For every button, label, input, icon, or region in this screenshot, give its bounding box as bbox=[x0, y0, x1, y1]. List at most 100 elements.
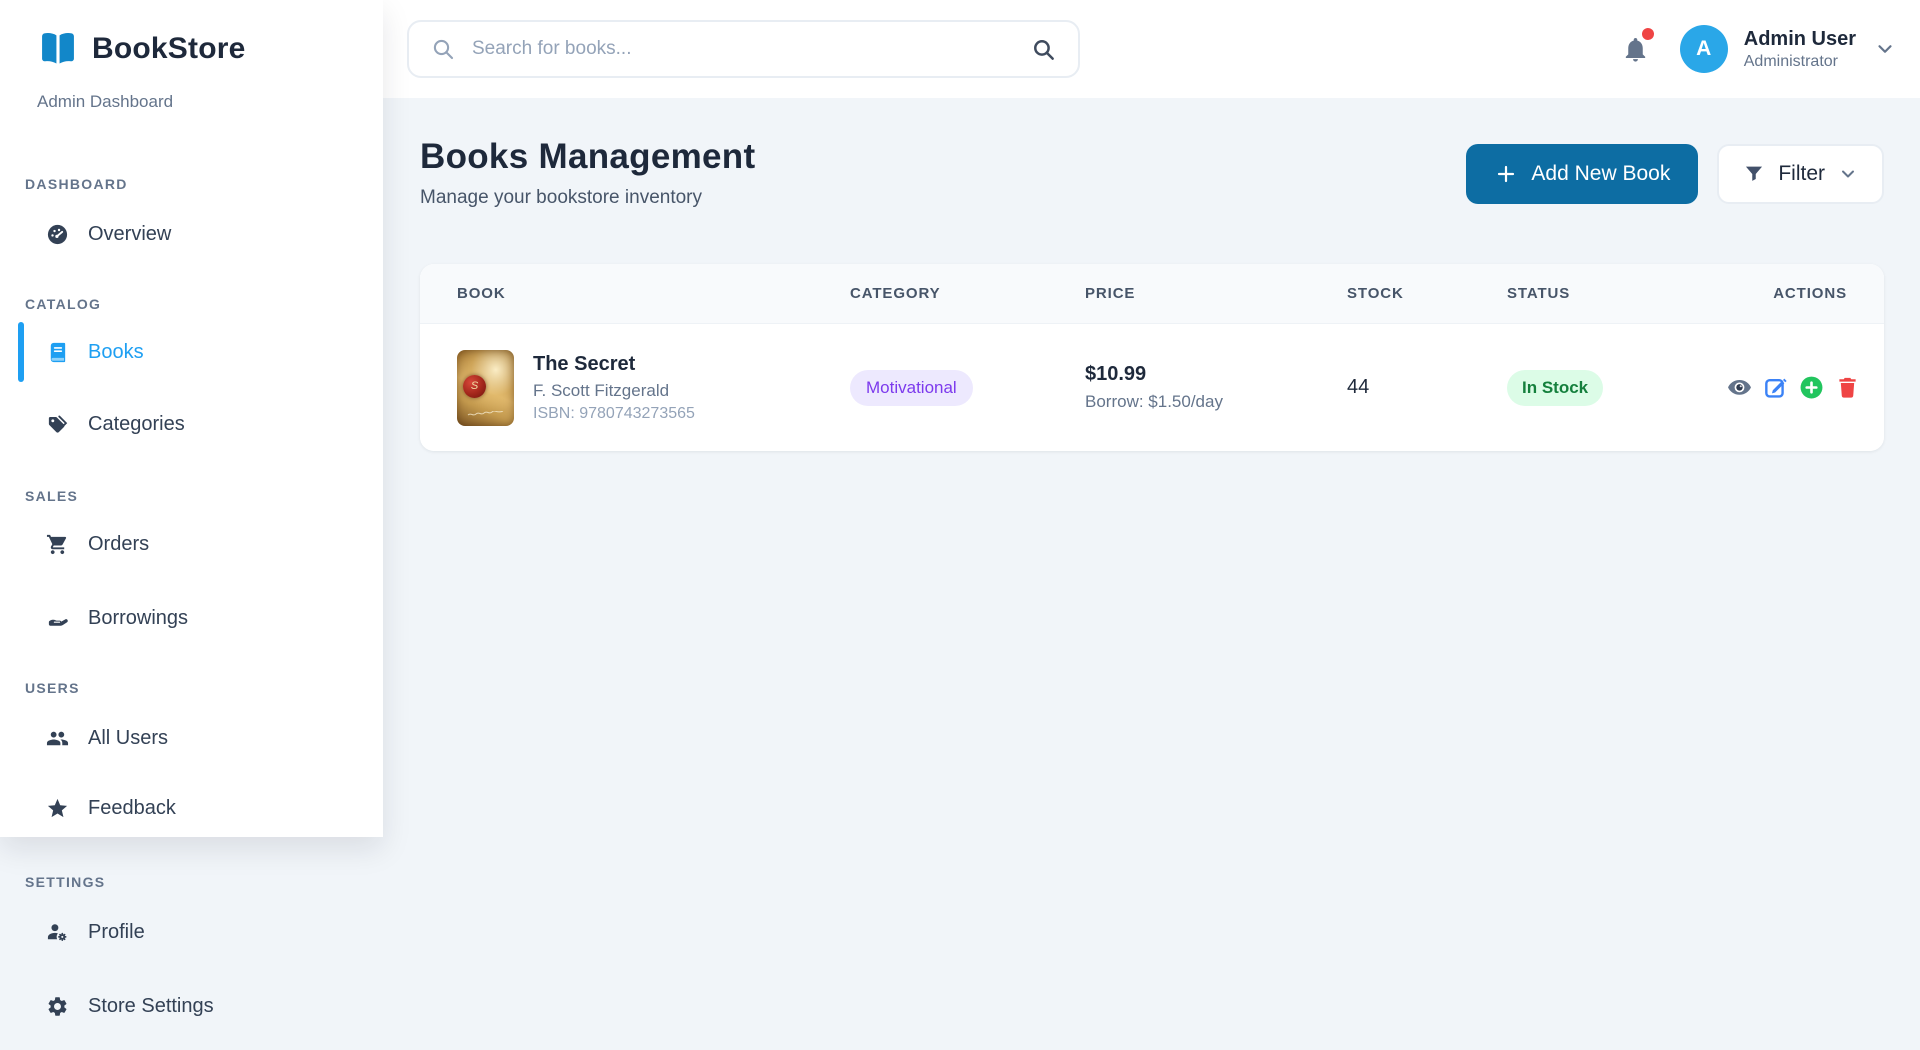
sidebar-item-label: All Users bbox=[88, 727, 168, 750]
sidebar-item-categories[interactable]: Categories bbox=[0, 396, 383, 452]
book-cover-thumbnail: S bbox=[457, 350, 514, 426]
header-actions: Add New Book Filter bbox=[1466, 144, 1884, 204]
category-cell: Motivational bbox=[850, 370, 1085, 406]
column-header-price: PRICE bbox=[1085, 285, 1347, 302]
main-content: Books Management Manage your bookstore i… bbox=[383, 98, 1920, 1050]
sidebar-item-store-settings[interactable]: Store Settings bbox=[0, 978, 383, 1034]
sidebar-settings-section: SETTINGS Profile Store Settings bbox=[0, 837, 383, 1034]
chevron-down-icon[interactable] bbox=[1874, 38, 1896, 60]
search-bar bbox=[407, 20, 1080, 78]
brand-subtitle: Admin Dashboard bbox=[0, 92, 383, 112]
sidebar-item-label: Categories bbox=[88, 413, 185, 436]
sidebar-item-label: Overview bbox=[88, 223, 171, 246]
page-subtitle: Manage your bookstore inventory bbox=[420, 187, 755, 209]
books-table-card: BOOK CATEGORY PRICE STOCK STATUS ACTIONS… bbox=[420, 264, 1884, 451]
stock-value: 44 bbox=[1347, 376, 1507, 399]
notifications-button[interactable] bbox=[1621, 35, 1650, 64]
page-title: Books Management bbox=[420, 137, 755, 177]
nav-section-sales: SALES bbox=[0, 486, 383, 506]
sidebar-item-label: Feedback bbox=[88, 797, 176, 820]
nav-section-dashboard: DASHBOARD bbox=[0, 174, 383, 194]
gauge-icon bbox=[46, 223, 69, 246]
page-title-block: Books Management Manage your bookstore i… bbox=[420, 137, 755, 209]
topbar-right-cluster: A Admin User Administrator bbox=[1621, 0, 1896, 98]
column-header-category: CATEGORY bbox=[850, 285, 1085, 302]
search-input[interactable] bbox=[470, 37, 1016, 61]
notification-unread-dot bbox=[1642, 28, 1654, 40]
users-icon bbox=[46, 727, 69, 750]
eye-icon bbox=[1727, 375, 1752, 400]
user-name: Admin User bbox=[1744, 28, 1856, 50]
edit-button[interactable] bbox=[1763, 375, 1788, 400]
add-new-book-button[interactable]: Add New Book bbox=[1466, 144, 1698, 204]
table-row: S The Secret F. Scott Fitzgerald ISBN: 9… bbox=[420, 324, 1884, 451]
cover-script-decoration bbox=[467, 411, 504, 417]
star-icon bbox=[46, 797, 69, 820]
add-new-book-label: Add New Book bbox=[1531, 162, 1670, 186]
book-cell: S The Secret F. Scott Fitzgerald ISBN: 9… bbox=[457, 350, 850, 426]
filter-label: Filter bbox=[1778, 162, 1825, 186]
sidebar-item-profile[interactable]: Profile bbox=[0, 904, 383, 960]
column-header-actions: ACTIONS bbox=[1727, 285, 1847, 302]
book-icon bbox=[46, 341, 69, 364]
open-book-logo-icon bbox=[37, 28, 79, 70]
borrow-rate: Borrow: $1.50/day bbox=[1085, 392, 1347, 412]
user-role: Administrator bbox=[1744, 53, 1856, 71]
column-header-stock: STOCK bbox=[1347, 285, 1507, 302]
search-submit-icon[interactable] bbox=[1031, 37, 1056, 62]
status-badge: In Stock bbox=[1507, 370, 1603, 406]
price-value: $10.99 bbox=[1085, 363, 1347, 386]
view-button[interactable] bbox=[1727, 375, 1752, 400]
cart-icon bbox=[46, 533, 69, 556]
sidebar-item-label: Books bbox=[88, 341, 144, 364]
column-header-book: BOOK bbox=[457, 285, 850, 302]
nav-section-catalog: CATALOG bbox=[0, 294, 383, 314]
plus-circle-icon bbox=[1799, 375, 1824, 400]
avatar[interactable]: A bbox=[1680, 25, 1728, 73]
status-cell: In Stock bbox=[1507, 370, 1727, 406]
cover-seal: S bbox=[463, 375, 486, 398]
edit-icon bbox=[1763, 375, 1788, 400]
book-isbn: ISBN: 9780743273565 bbox=[533, 405, 695, 423]
funnel-icon bbox=[1743, 163, 1765, 185]
search-icon bbox=[431, 37, 455, 61]
sidebar-item-feedback[interactable]: Feedback bbox=[0, 780, 383, 836]
sidebar-item-label: Borrowings bbox=[88, 607, 188, 630]
price-cell: $10.99 Borrow: $1.50/day bbox=[1085, 363, 1347, 412]
filter-button[interactable]: Filter bbox=[1717, 144, 1884, 204]
nav-section-users: USERS bbox=[0, 678, 383, 698]
user-gear-icon bbox=[46, 921, 69, 944]
gear-icon bbox=[46, 995, 69, 1018]
sidebar-item-orders[interactable]: Orders bbox=[0, 516, 383, 572]
plus-icon bbox=[1494, 162, 1518, 186]
sidebar-nav: DASHBOARD Overview CATALOG Books bbox=[0, 174, 383, 836]
nav-section-settings: SETTINGS bbox=[0, 872, 383, 892]
hand-holding-icon bbox=[46, 607, 69, 630]
trash-icon bbox=[1835, 375, 1860, 400]
sidebar-item-books[interactable]: Books bbox=[0, 320, 383, 384]
tags-icon bbox=[46, 413, 69, 436]
brand-logo[interactable]: BookStore bbox=[0, 0, 383, 70]
table-header-row: BOOK CATEGORY PRICE STOCK STATUS ACTIONS bbox=[420, 264, 1884, 324]
delete-button[interactable] bbox=[1835, 375, 1860, 400]
user-info[interactable]: Admin User Administrator bbox=[1744, 28, 1856, 71]
sidebar-item-label: Profile bbox=[88, 921, 145, 944]
actions-cell bbox=[1727, 375, 1860, 400]
book-title: The Secret bbox=[533, 353, 695, 376]
add-stock-button[interactable] bbox=[1799, 375, 1824, 400]
sidebar-item-overview[interactable]: Overview bbox=[0, 206, 383, 262]
brand-name: BookStore bbox=[92, 32, 246, 66]
column-header-status: STATUS bbox=[1507, 285, 1727, 302]
page-header: Books Management Manage your bookstore i… bbox=[420, 137, 1884, 209]
sidebar-item-label: Store Settings bbox=[88, 995, 214, 1018]
book-text-block: The Secret F. Scott Fitzgerald ISBN: 978… bbox=[533, 353, 695, 423]
topbar: A Admin User Administrator bbox=[383, 0, 1920, 98]
category-badge: Motivational bbox=[850, 370, 973, 406]
sidebar-item-borrowings[interactable]: Borrowings bbox=[0, 590, 383, 646]
sidebar-item-all-users[interactable]: All Users bbox=[0, 710, 383, 766]
sidebar: BookStore Admin Dashboard DASHBOARD Over… bbox=[0, 0, 383, 837]
book-author: F. Scott Fitzgerald bbox=[533, 381, 695, 401]
sidebar-item-label: Orders bbox=[88, 533, 149, 556]
chevron-down-icon bbox=[1838, 164, 1858, 184]
active-indicator-bar bbox=[18, 322, 24, 382]
